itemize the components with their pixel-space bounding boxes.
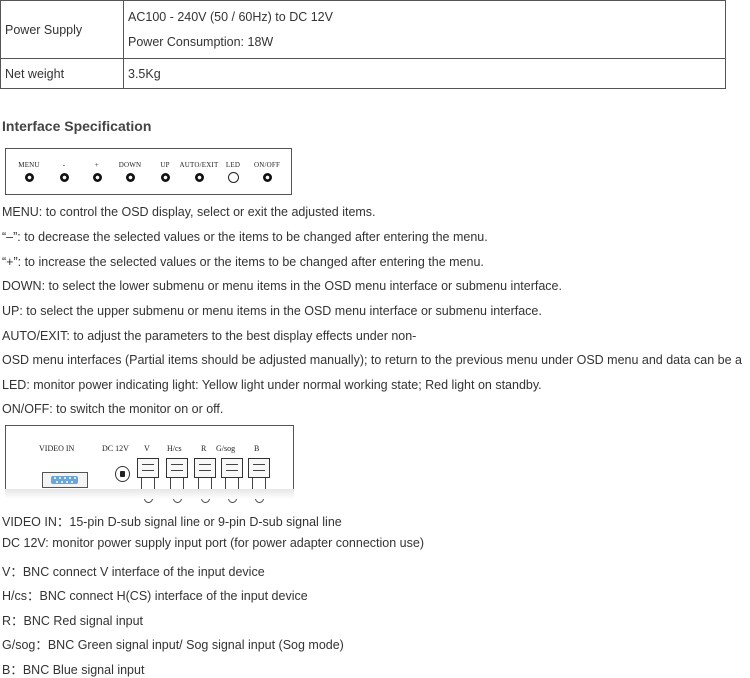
desc-auto-exit-continued: OSD menu interfaces (Partial items shoul… — [2, 353, 742, 367]
rear-label-hcs: H/cs — [167, 444, 182, 453]
desc-auto-exit: AUTO/EXIT: to adjust the parameters to t… — [2, 329, 417, 343]
power-supply-label: Power Supply — [0, 0, 124, 59]
power-supply-line1: AC100 - 240V (50 / 60Hz) to DC 12V — [128, 9, 333, 24]
desc-minus: “–”: to decrease the selected values or … — [2, 230, 488, 244]
spec-table: Power Supply AC100 - 240V (50 / 60Hz) to… — [0, 0, 726, 89]
rear-panel-diagram: VIDEO IN DC 12V V H/cs R G/sog B — [5, 425, 294, 503]
front-button-menu: MENU — [9, 149, 49, 182]
front-button-label: DOWN — [118, 161, 142, 169]
power-supply-line2: Power Consumption: 18W — [128, 34, 274, 49]
desc-r: R：BNC Red signal input — [2, 614, 144, 628]
button-icon — [92, 173, 102, 182]
desc-up: UP: to select the upper submenu or menu … — [2, 304, 542, 318]
desc-menu: MENU: to control the OSD display, select… — [2, 205, 376, 219]
desc-dc12v: DC 12V: monitor power supply input port … — [2, 536, 424, 550]
power-supply-value: AC100 - 240V (50 / 60Hz) to DC 12V Power… — [123, 0, 726, 59]
net-weight-value: 3.5Kg — [123, 58, 726, 89]
desc-b: B：BNC Blue signal input — [2, 663, 145, 677]
rear-label-dc12v: DC 12V — [102, 444, 129, 453]
desc-down: DOWN: to select the lower submenu or men… — [2, 279, 562, 293]
front-panel-diagram: MENU - + DOWN UP AUTO/EXIT LED ON/OFF — [5, 148, 292, 195]
section-heading: Interface Specification — [2, 118, 152, 134]
rear-label-r: R — [201, 444, 207, 453]
desc-led: LED: monitor power indicating light: Yel… — [2, 378, 542, 392]
desc-gsog: G/sog：BNC Green signal input/ Sog signal… — [2, 638, 344, 652]
net-weight-label: Net weight — [0, 58, 124, 89]
desc-plus: “+”: to increase the selected values or … — [2, 255, 484, 269]
button-icon — [125, 173, 135, 182]
desc-hcs: H/cs：BNC connect H(CS) interface of the … — [2, 589, 308, 603]
led-icon — [227, 172, 239, 183]
vga-connector-icon — [51, 476, 78, 484]
dc-power-port-icon — [115, 466, 130, 482]
front-button-label: MENU — [18, 161, 40, 169]
front-button-label: ON/OFF — [253, 161, 281, 169]
table-row: Net weight 3.5Kg — [0, 58, 726, 89]
rear-label-video-in: VIDEO IN — [39, 444, 75, 453]
button-icon — [160, 173, 170, 182]
desc-on-off: ON/OFF: to switch the monitor on or off. — [2, 402, 224, 416]
rear-label-gsog: G/sog — [216, 444, 236, 453]
front-button-down: DOWN — [110, 149, 150, 182]
rear-panel-shadow — [5, 489, 294, 499]
rear-label-v: V — [144, 444, 150, 453]
button-icon — [194, 173, 204, 182]
button-icon — [59, 173, 69, 182]
vga-port-icon — [42, 472, 88, 488]
desc-video-in: VIDEO IN：15-pin D-sub signal line or 9-p… — [2, 515, 342, 529]
table-row: Power Supply AC100 - 240V (50 / 60Hz) to… — [0, 0, 726, 59]
button-icon — [24, 173, 34, 182]
button-icon — [262, 173, 272, 182]
desc-v: V：BNC connect V interface of the input d… — [2, 565, 265, 579]
rear-label-b: B — [254, 444, 260, 453]
front-button-on-off: ON/OFF — [247, 149, 287, 182]
